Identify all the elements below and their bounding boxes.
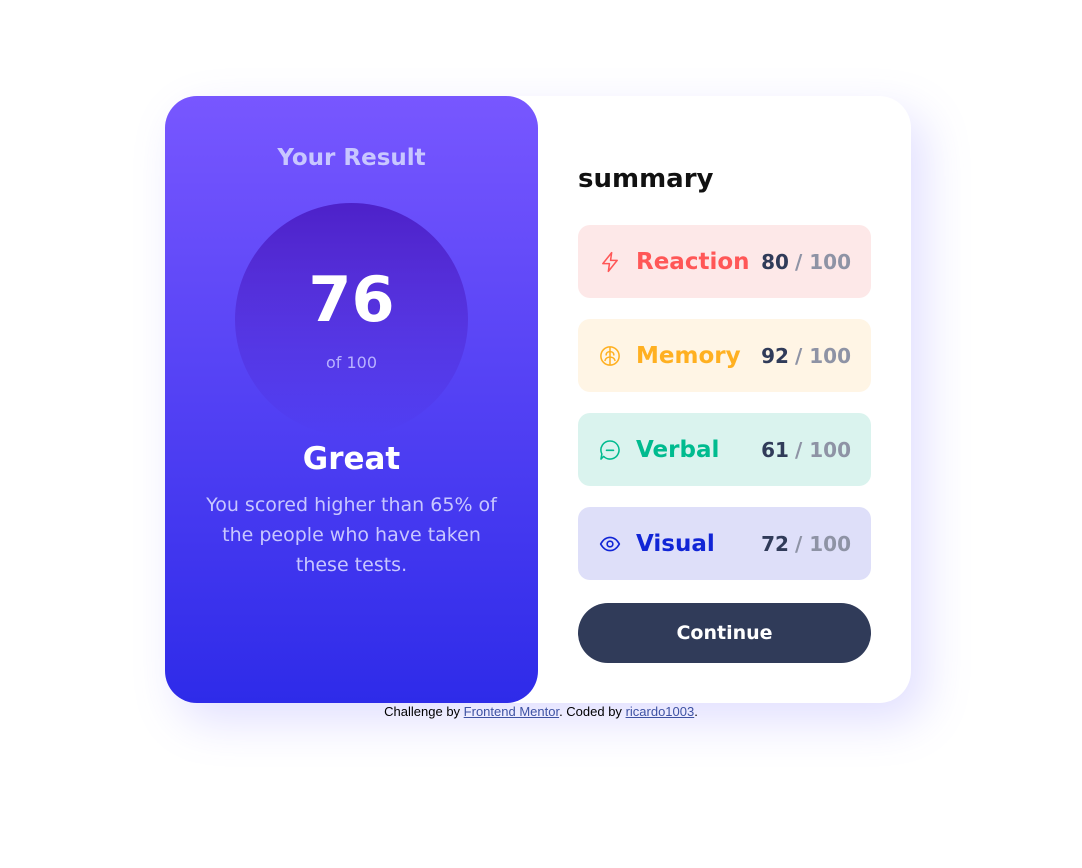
attribution-middle: . Coded by: [559, 704, 622, 719]
attribution-prefix: Challenge by: [384, 704, 461, 719]
summary-item-verbal: Verbal 61 / 100: [578, 413, 871, 486]
brain-icon: [598, 344, 622, 368]
summary-item-score: 72: [761, 531, 789, 556]
summary-panel: summary Reaction 80 / 100 Memory 92 / 10…: [538, 96, 911, 703]
summary-item-max: / 100: [794, 437, 851, 462]
eye-icon: [598, 532, 622, 556]
summary-item-score: 61: [761, 437, 789, 462]
summary-item-label: Reaction: [636, 248, 750, 275]
summary-item-max: / 100: [794, 343, 851, 368]
frontend-mentor-link[interactable]: Frontend Mentor: [464, 704, 559, 719]
rating-description: You scored higher than 65% of the people…: [206, 494, 497, 576]
attribution: Challenge by Frontend Mentor. Coded by r…: [0, 704, 1082, 719]
summary-title: summary: [578, 164, 714, 194]
summary-item-score: 92: [761, 343, 789, 368]
score-value: 76: [308, 263, 395, 336]
result-title: Your Result: [277, 145, 426, 171]
summary-item-reaction: Reaction 80 / 100: [578, 225, 871, 298]
summary-item-max: / 100: [794, 531, 851, 556]
lightning-icon: [598, 250, 622, 274]
attribution-suffix: .: [694, 704, 698, 719]
summary-item-score: 80: [761, 249, 789, 274]
summary-item-label: Memory: [636, 342, 741, 369]
rating-title: Great: [302, 441, 401, 477]
score-circle: 76 of 100: [235, 203, 468, 436]
score-total: of 100: [325, 353, 378, 372]
summary-item-max: / 100: [794, 249, 851, 274]
results-card: Your Result 76 of 100 Great You scored h…: [165, 96, 911, 703]
author-link[interactable]: ricardo1003: [626, 704, 695, 719]
continue-button[interactable]: Continue: [578, 603, 871, 663]
chat-bubble-icon: [598, 438, 622, 462]
summary-item-label: Visual: [636, 530, 715, 557]
result-panel: Your Result 76 of 100 Great You scored h…: [165, 96, 538, 703]
summary-item-label: Verbal: [636, 436, 720, 463]
summary-item-memory: Memory 92 / 100: [578, 319, 871, 392]
summary-item-visual: Visual 72 / 100: [578, 507, 871, 580]
